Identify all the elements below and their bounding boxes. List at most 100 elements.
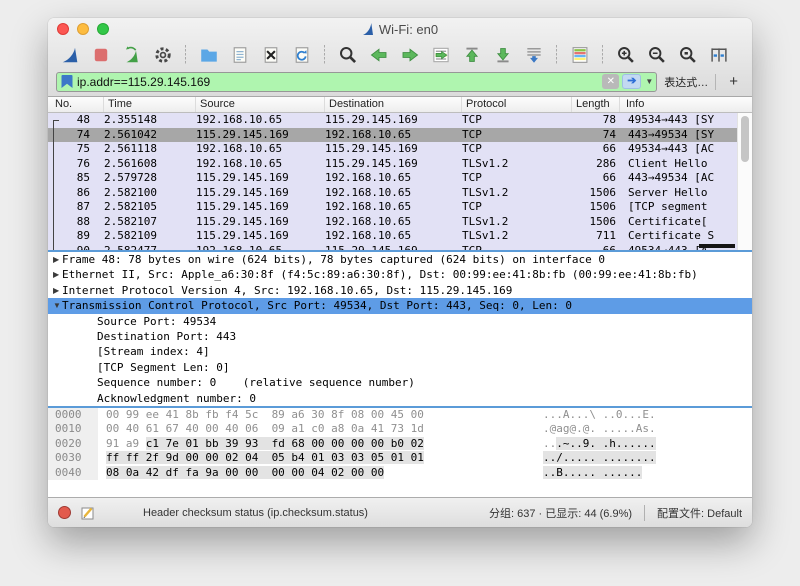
resize-columns-button[interactable] — [705, 43, 732, 67]
restart-capture-button[interactable] — [118, 43, 145, 67]
go-last-button[interactable] — [489, 43, 516, 67]
packet-row[interactable]: 752.561118192.168.10.65115.29.145.169TCP… — [48, 142, 752, 157]
column-header-destination[interactable]: Destination — [325, 97, 462, 112]
cell-protocol: TCP — [462, 200, 572, 215]
hex-bytes: 08 0a 42 df fa 9a 00 00 00 00 04 02 00 0… — [98, 466, 543, 480]
expression-button[interactable]: 表达式… — [664, 74, 708, 90]
add-filter-button[interactable]: + — [723, 73, 744, 90]
packet-row[interactable]: 862.582100115.29.145.169192.168.10.65TLS… — [48, 186, 752, 201]
expanded-triangle-icon[interactable]: ▼ — [48, 298, 62, 313]
cell-info: 443→49534 [SY — [620, 128, 752, 143]
zoom-in-button[interactable] — [612, 43, 639, 67]
hex-row[interactable]: 000000 99 ee 41 8b fb f4 5c 89 a6 30 8f … — [48, 408, 752, 422]
tree-item-text: Transmission Control Protocol, Src Port:… — [62, 298, 572, 313]
filter-apply-icon[interactable]: ➔ — [622, 74, 641, 89]
cell-destination: 192.168.10.65 — [325, 171, 462, 186]
protocol-tree-item[interactable]: Source Port: 49534 — [48, 314, 752, 329]
packet-rows: 482.355148192.168.10.65115.29.145.169TCP… — [48, 113, 752, 250]
horizontal-scroll-indicator[interactable] — [699, 244, 735, 248]
protocol-tree-item[interactable]: Destination Port: 443 — [48, 329, 752, 344]
column-header-no[interactable]: No. — [48, 97, 104, 112]
filter-field[interactable]: ✕ ➔ ▼ — [56, 72, 657, 92]
packet-row[interactable]: 902.582477192.168.10.65115.29.145.169TCP… — [48, 244, 752, 251]
capture-options-icon — [153, 45, 173, 65]
status-profile[interactable]: 配置文件: Default — [657, 505, 742, 521]
collapsed-triangle-icon[interactable]: ▶ — [48, 283, 62, 298]
colorize-button[interactable] — [566, 43, 593, 67]
packet-row[interactable]: 882.582107115.29.145.169192.168.10.65TLS… — [48, 215, 752, 230]
protocol-tree-item[interactable]: [TCP Segment Len: 0] — [48, 360, 752, 375]
packet-row[interactable]: 762.561608192.168.10.65115.29.145.169TLS… — [48, 157, 752, 172]
filter-history-caret-icon[interactable]: ▼ — [645, 77, 653, 86]
go-first-button[interactable] — [458, 43, 485, 67]
protocol-tree-item[interactable]: Acknowledgment number: 0 — [48, 391, 752, 406]
status-field-info: Header checksum status (ip.checksum.stat… — [143, 507, 489, 519]
hex-bytes: 00 99 ee 41 8b fb f4 5c 89 a6 30 8f 08 0… — [98, 408, 543, 422]
scrollbar-thumb[interactable] — [741, 116, 749, 162]
zoom-out-button[interactable] — [643, 43, 670, 67]
open-file-button[interactable] — [195, 43, 222, 67]
protocol-tree-item[interactable]: [Stream index: 4] — [48, 344, 752, 359]
filter-input[interactable] — [77, 75, 602, 89]
packet-row[interactable]: 872.582105115.29.145.169192.168.10.65TCP… — [48, 200, 752, 215]
cell-source: 115.29.145.169 — [196, 171, 325, 186]
hex-row[interactable]: 0030ff ff 2f 9d 00 00 02 04 05 b4 01 03 … — [48, 451, 752, 465]
column-header-info[interactable]: Info — [620, 97, 752, 112]
collapsed-triangle-icon[interactable]: ▶ — [48, 252, 62, 267]
tree-item-text: Acknowledgment number: 0 — [97, 391, 256, 406]
start-capture-button[interactable] — [56, 43, 83, 67]
protocol-tree-item[interactable]: ▶Frame 48: 78 bytes on wire (624 bits), … — [48, 252, 752, 267]
go-forward-button[interactable] — [396, 43, 423, 67]
reload-file-button[interactable] — [288, 43, 315, 67]
wireshark-fin-icon — [362, 22, 374, 36]
cell-source: 192.168.10.65 — [196, 157, 325, 172]
cell-time: 2.561608 — [104, 157, 196, 172]
protocol-tree-item[interactable]: ▼Transmission Control Protocol, Src Port… — [48, 298, 752, 313]
cell-source: 192.168.10.65 — [196, 142, 325, 157]
capture-options-button[interactable] — [149, 43, 176, 67]
go-back-icon — [369, 45, 389, 65]
cell-info: Client Hello — [620, 157, 752, 172]
packet-row[interactable]: 852.579728115.29.145.169192.168.10.65TCP… — [48, 171, 752, 186]
hex-row[interactable]: 004008 0a 42 df fa 9a 00 00 00 00 04 02 … — [48, 466, 752, 480]
status-packet-counts: 分组: 637 · 已显示: 44 (6.9%) — [489, 505, 632, 521]
cell-length: 711 — [572, 229, 620, 244]
restart-capture-icon — [122, 45, 142, 65]
wireshark-window: Wi-Fi: en0 ✕ ➔ ▼ 表达式… + No.TimeS — [48, 18, 752, 527]
close-file-button[interactable] — [257, 43, 284, 67]
tree-item-text: [TCP Segment Len: 0] — [97, 360, 229, 375]
packet-row[interactable]: 892.582109115.29.145.169192.168.10.65TLS… — [48, 229, 752, 244]
filter-clear-icon[interactable]: ✕ — [602, 74, 619, 89]
hex-row[interactable]: 002091 a9 c1 7e 01 bb 39 93 fd 68 00 00 … — [48, 437, 752, 451]
go-back-button[interactable] — [365, 43, 392, 67]
zoom-reset-button[interactable] — [674, 43, 701, 67]
collapsed-triangle-icon[interactable]: ▶ — [48, 267, 62, 282]
find-packet-button[interactable] — [334, 43, 361, 67]
save-file-button[interactable] — [226, 43, 253, 67]
protocol-tree-item[interactable]: ▶Internet Protocol Version 4, Src: 192.1… — [48, 283, 752, 298]
column-header-source[interactable]: Source — [196, 97, 325, 112]
packet-list-scrollbar[interactable] — [737, 113, 752, 250]
go-to-packet-button[interactable] — [427, 43, 454, 67]
column-header-protocol[interactable]: Protocol — [462, 97, 572, 112]
cell-length: 66 — [572, 171, 620, 186]
hex-view-pane: 000000 99 ee 41 8b fb f4 5c 89 a6 30 8f … — [48, 406, 752, 497]
packet-row[interactable]: 482.355148192.168.10.65115.29.145.169TCP… — [48, 113, 752, 128]
zoom-in-icon — [616, 45, 636, 65]
protocol-tree-item[interactable]: ▶Ethernet II, Src: Apple_a6:30:8f (f4:5c… — [48, 267, 752, 282]
cell-protocol: TLSv1.2 — [462, 157, 572, 172]
bookmark-icon[interactable] — [61, 74, 73, 89]
status-bar: Header checksum status (ip.checksum.stat… — [48, 497, 752, 527]
capture-comment-icon[interactable] — [81, 506, 95, 520]
expert-info-icon[interactable] — [58, 506, 71, 519]
stop-capture-button[interactable] — [87, 43, 114, 67]
go-forward-icon — [400, 45, 420, 65]
tree-item-text: Sequence number: 0 (relative sequence nu… — [97, 375, 415, 390]
packet-row[interactable]: 742.561042115.29.145.169192.168.10.65TCP… — [48, 128, 752, 143]
tree-item-text: Destination Port: 443 — [97, 329, 236, 344]
auto-scroll-button[interactable] — [520, 43, 547, 67]
column-header-length[interactable]: Length — [572, 97, 620, 112]
hex-row[interactable]: 001000 40 61 67 40 00 40 06 09 a1 c0 a8 … — [48, 422, 752, 436]
column-header-time[interactable]: Time — [104, 97, 196, 112]
protocol-tree-item[interactable]: Sequence number: 0 (relative sequence nu… — [48, 375, 752, 390]
